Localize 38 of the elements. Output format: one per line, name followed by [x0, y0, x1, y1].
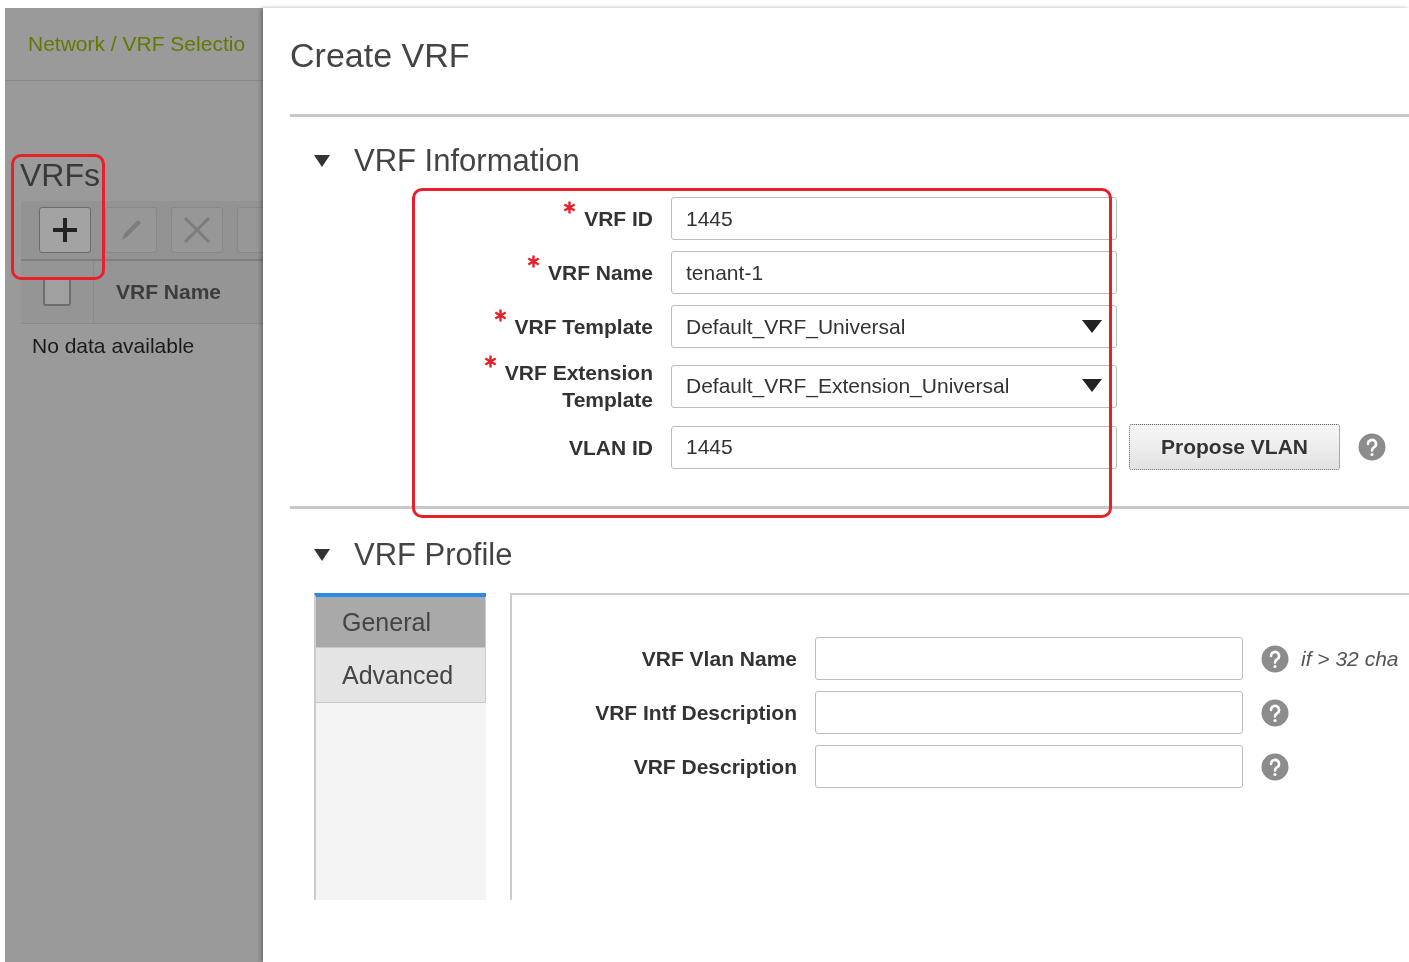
dropdown-caret-icon [1082, 319, 1102, 334]
field-label: VRF Intf Description [594, 700, 797, 725]
hint-text: if > 32 cha [1301, 646, 1399, 671]
propose-button[interactable]: Propose VLAN [1129, 424, 1340, 470]
add-button[interactable] [39, 207, 91, 253]
field-label: VRF Name [547, 260, 653, 286]
column-header[interactable]: VRF Name [116, 280, 222, 304]
input-field[interactable]: 1445 [671, 197, 1117, 240]
help-icon[interactable] [1358, 433, 1386, 461]
select-field[interactable]: Default_VRF_Extension_Universal [671, 364, 1117, 408]
help-icon[interactable] [1261, 698, 1289, 727]
input-field[interactable]: tenant-1 [671, 251, 1117, 294]
select-field[interactable]: Default_VRF_Universal [671, 305, 1117, 348]
dropdown-caret-icon [1082, 379, 1102, 393]
help-icon[interactable] [1261, 752, 1289, 781]
section-title[interactable]: VRF Profile [354, 537, 513, 573]
plus-icon [52, 217, 78, 243]
field-label: VRF Description [632, 754, 797, 779]
field-label: VLAN ID [569, 434, 653, 461]
input-field[interactable] [815, 745, 1243, 788]
field-label: VRF Vlan Name [640, 646, 797, 671]
tab[interactable]: General [316, 597, 486, 648]
field-label: VRF ID [584, 206, 653, 232]
tab[interactable]: Advanced [316, 648, 486, 703]
input-field[interactable] [815, 691, 1243, 734]
empty-message: No data available [32, 334, 195, 357]
panel-heading: VRFs [20, 157, 100, 193]
input-field[interactable]: 1445 [671, 425, 1117, 469]
collapse-icon[interactable] [314, 549, 330, 561]
x-icon [183, 216, 211, 244]
help-icon[interactable] [1261, 644, 1289, 673]
section-title[interactable]: VRF Information [354, 143, 580, 179]
select-all-checkbox[interactable] [43, 278, 71, 306]
collapse-icon[interactable] [314, 155, 330, 167]
input-field[interactable] [815, 637, 1243, 680]
dialog-title: Create VRF [290, 36, 470, 74]
field-label: VRF Extension Template [504, 360, 653, 413]
field-label: VRF Template [514, 314, 653, 340]
